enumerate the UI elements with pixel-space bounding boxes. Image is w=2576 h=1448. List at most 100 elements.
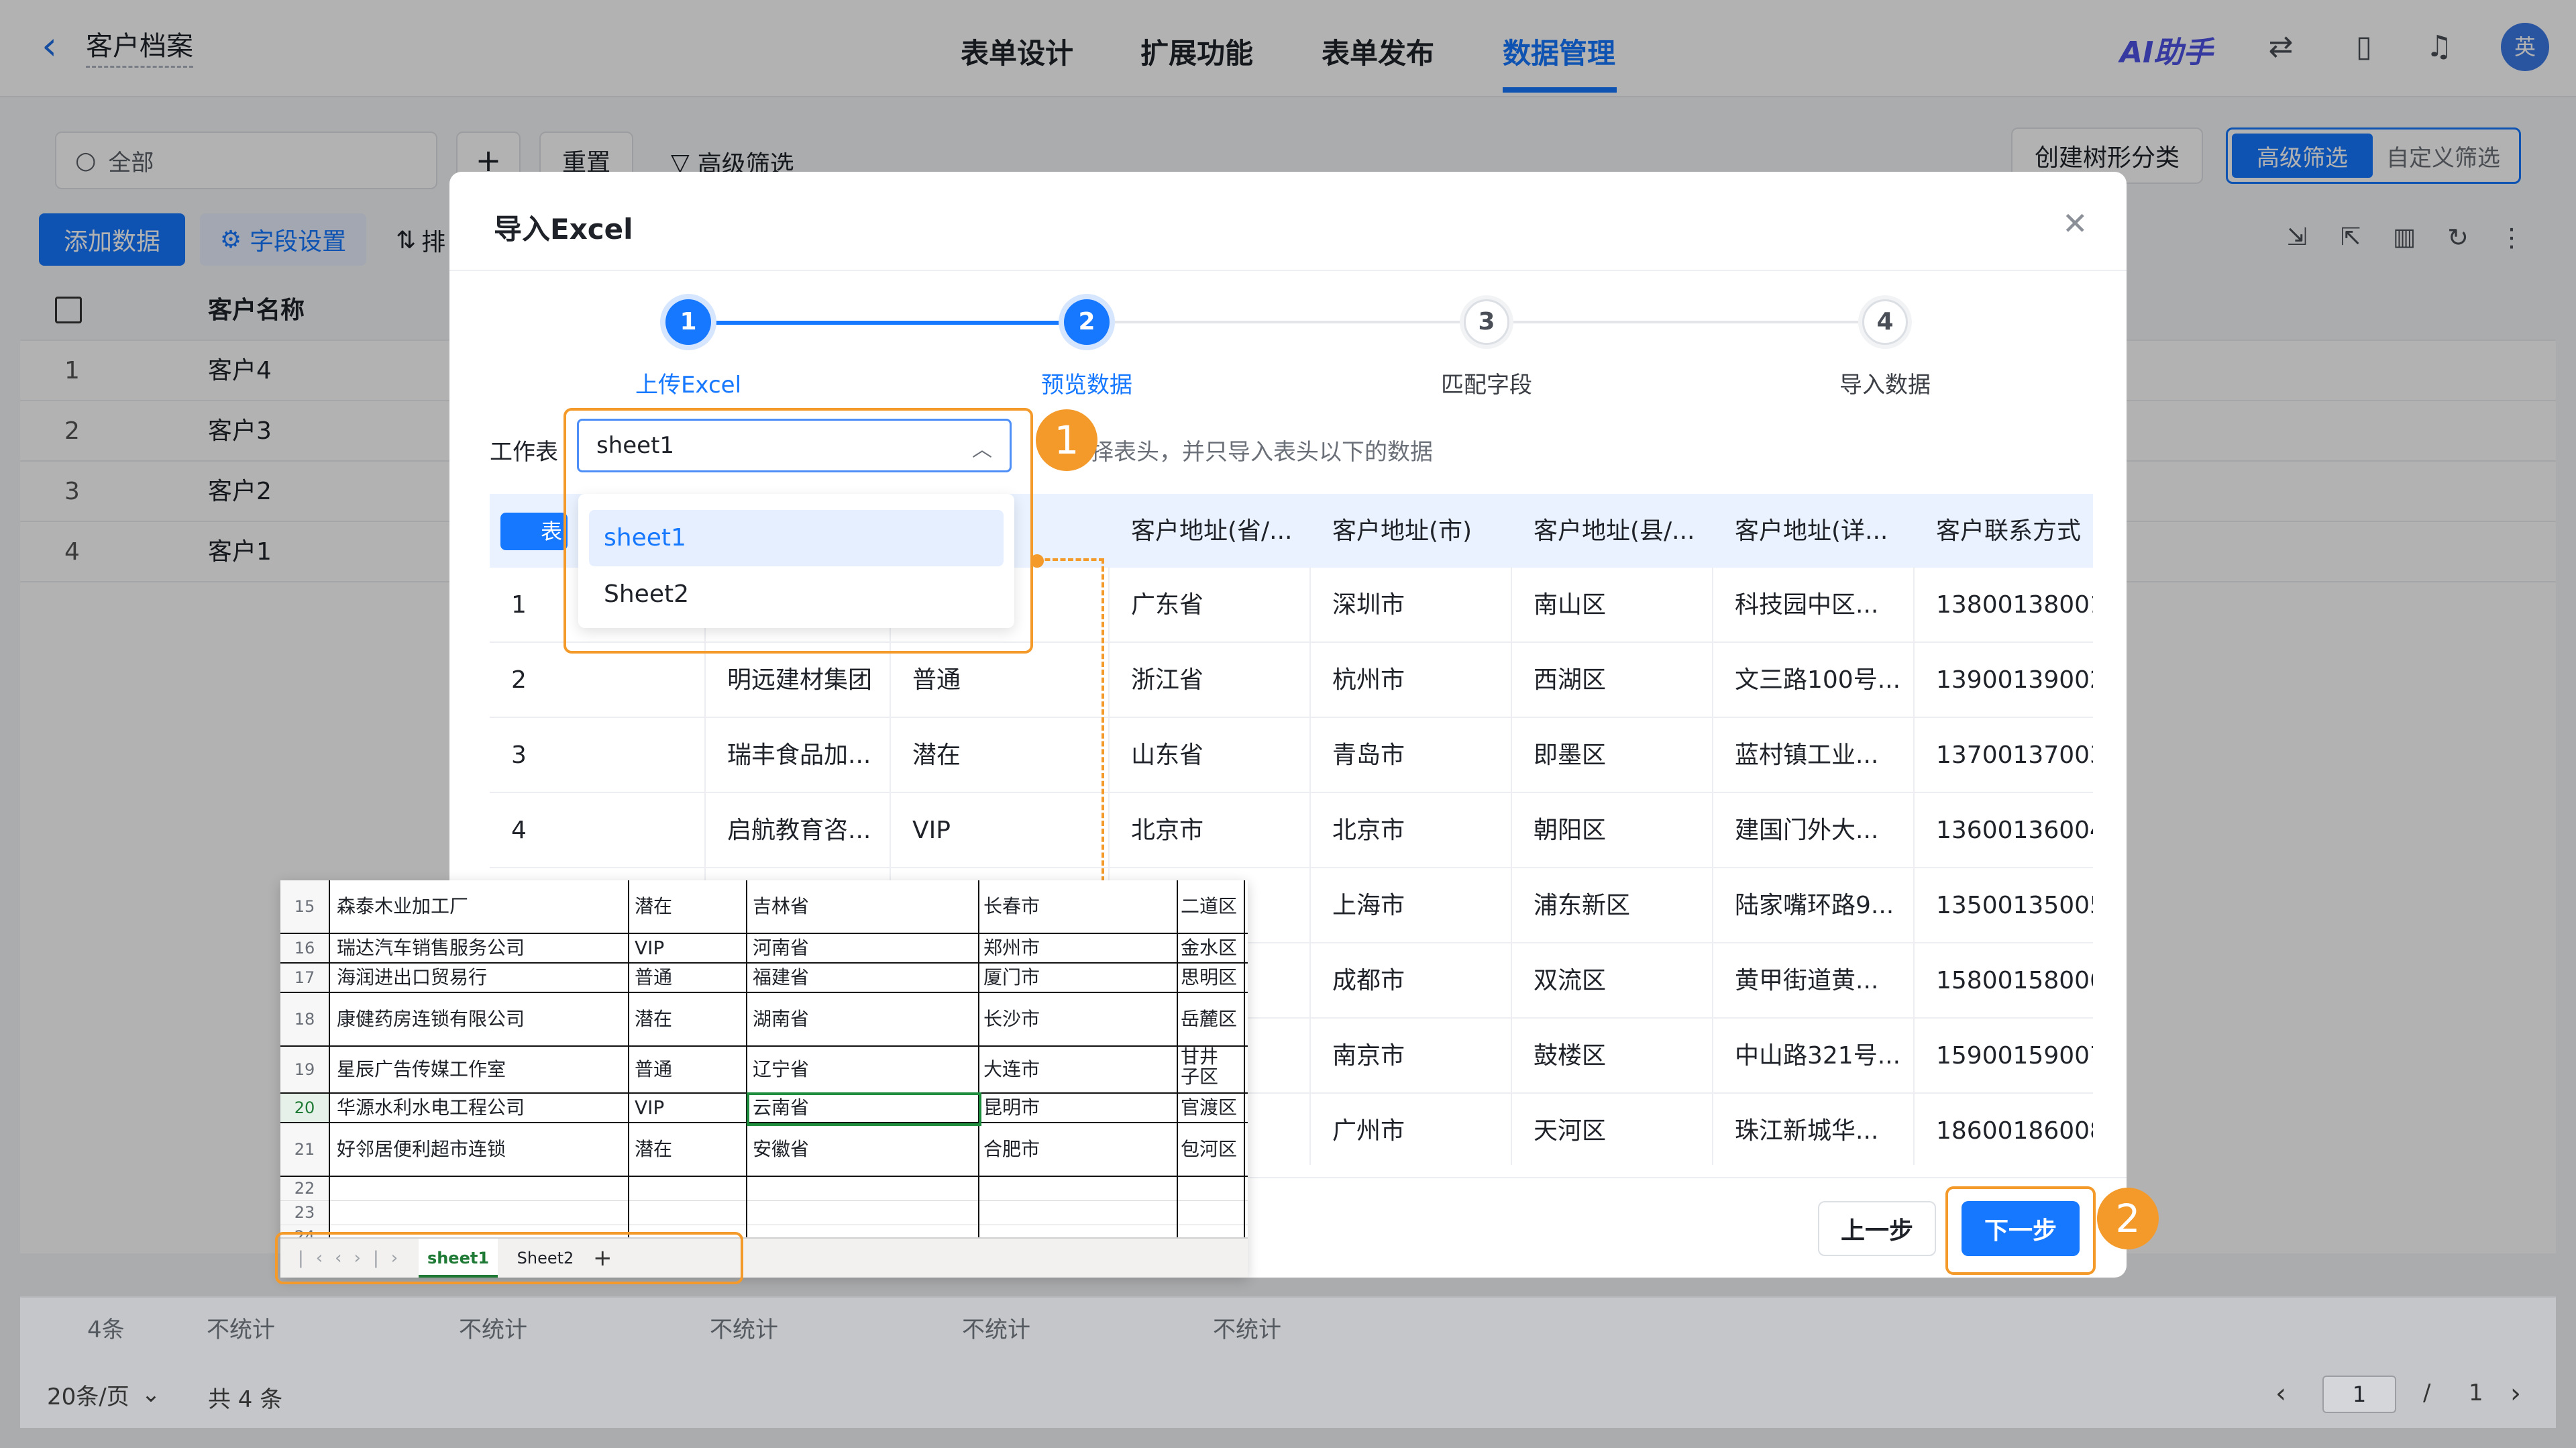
- page-size-select[interactable]: 20条/页 ⌄: [47, 1376, 160, 1413]
- excel-cell: [753, 1177, 981, 1200]
- preview-cell: 15800158006: [1936, 967, 2093, 994]
- excel-cell: 大连市: [983, 1058, 1040, 1080]
- excel-row: 21 好邻居便利超市连锁 潜在 安徽省 合肥市 包河区: [280, 1123, 1248, 1177]
- excel-cell: VIP: [635, 1096, 665, 1119]
- previous-step-button[interactable]: 上一步: [1818, 1201, 1936, 1256]
- preview-cell: 山东省: [1131, 741, 1204, 769]
- excel-cell: 潜在: [635, 1008, 673, 1030]
- excel-cell: [337, 1201, 632, 1224]
- preview-cell: 13500135005: [1936, 892, 2093, 919]
- preview-cell: 13600136004: [1936, 817, 2093, 844]
- step-2-label: 预览数据: [1041, 372, 1132, 399]
- header-city: 客户地址(市): [1332, 517, 1472, 545]
- page-number-input[interactable]: 1: [2322, 1376, 2396, 1413]
- excel-cell: 昆明市: [983, 1096, 1040, 1119]
- preview-cell: 蓝村镇工业...: [1735, 741, 1879, 769]
- excel-cell: 普通: [635, 1058, 673, 1080]
- preview-cell: 成都市: [1332, 967, 1405, 994]
- excel-cell: 吉林省: [753, 895, 810, 917]
- excel-preview-inset: 15 森泰木业加工厂 潜在 吉林省 长春市 二道区 16 瑞达汽车销售服务公司 VIP 河南省 郑州…: [280, 880, 1248, 1278]
- excel-column-line: [329, 880, 330, 1237]
- preview-cell: 中山路321号...: [1735, 1042, 1901, 1070]
- header-row-tag[interactable]: 表: [500, 513, 568, 550]
- excel-cell: VIP: [635, 937, 665, 959]
- preview-cell: 13700137003: [1936, 741, 2093, 769]
- close-icon[interactable]: ✕: [2062, 205, 2088, 242]
- pagination-bar: 20条/页 ⌄ 共 4 条 ‹ 1 / 1 ›: [20, 1361, 2556, 1428]
- next-page-icon[interactable]: ›: [2510, 1378, 2521, 1409]
- preview-cell: 科技园中区...: [1735, 591, 1879, 619]
- stat-cell[interactable]: 不统计: [207, 1298, 275, 1362]
- excel-cell: 瑞达汽车销售服务公司: [337, 937, 525, 959]
- excel-cell: 安徽省: [753, 1138, 810, 1160]
- excel-column-line: [978, 880, 979, 1237]
- customer-name-cell: 瑞丰食品加...: [727, 741, 871, 769]
- stat-cell[interactable]: 不统计: [710, 1298, 778, 1362]
- connector-line: [1102, 558, 1104, 882]
- preview-cell: 15900159007: [1936, 1042, 2093, 1070]
- excel-row-number: 20: [280, 1094, 329, 1122]
- excel-cell: 好邻居便利超市连锁: [337, 1138, 506, 1160]
- stat-cell[interactable]: 不统计: [459, 1298, 527, 1362]
- excel-cell: 星辰广告传媒工作室: [337, 1058, 506, 1080]
- preview-cell: 天河区: [1534, 1117, 1607, 1145]
- preview-cell: 陆家嘴环路9...: [1735, 892, 1894, 919]
- preview-cell: 13900139002: [1936, 666, 2093, 694]
- preview-table-row: 2 明远建材集团 普通 浙江省 杭州市 西湖区 文三路100号... 13900139002: [490, 643, 2093, 718]
- header-province: 客户地址(省/...: [1131, 517, 1293, 545]
- connector-line: [1037, 558, 1104, 561]
- connector-dot: [1030, 554, 1044, 568]
- step-2-circle: 2: [1064, 299, 1110, 345]
- worksheet-label: 工作表: [490, 439, 558, 466]
- excel-cell: 厦门市: [983, 966, 1040, 988]
- preview-cell: 浦东新区: [1534, 892, 1631, 919]
- excel-cell: [635, 1177, 749, 1200]
- steps-progress: [688, 321, 1087, 325]
- step-4-label: 导入数据: [1839, 372, 1931, 399]
- excel-cell: 甘井子区: [1181, 1047, 1219, 1088]
- preview-cell: 鼓楼区: [1534, 1042, 1607, 1070]
- excel-row-number: 19: [280, 1047, 329, 1092]
- stat-cell[interactable]: 不统计: [962, 1298, 1030, 1362]
- preview-table-row: 3 瑞丰食品加... 潜在 山东省 青岛市 即墨区 蓝村镇工业... 13700137003: [490, 718, 2093, 793]
- preview-cell: 浙江省: [1131, 666, 1204, 694]
- customer-level-cell: 潜在: [912, 741, 961, 769]
- excel-cell: 潜在: [635, 1138, 673, 1160]
- excel-cell: 长春市: [983, 895, 1040, 917]
- preview-cell: 上海市: [1332, 892, 1405, 919]
- excel-row-number: 16: [280, 934, 329, 962]
- excel-cell: 康健药房连锁有限公司: [337, 1008, 525, 1030]
- preview-cell: 13800138001: [1936, 591, 2093, 619]
- excel-row: 17 海润进出口贸易行 普通 福建省 厦门市 思明区: [280, 964, 1248, 993]
- excel-selected-cell: [747, 1092, 981, 1126]
- app-page: ‹ 客户档案 表单设计 扩展功能 表单发布 数据管理 AI助手 ⇄ ▯ ♫ 英 …: [0, 0, 2576, 1448]
- excel-row: 16 瑞达汽车销售服务公司 VIP 河南省 郑州市 金水区: [280, 934, 1248, 964]
- excel-cell: 长沙市: [983, 1008, 1040, 1030]
- dialog-title: 导入Excel: [494, 213, 633, 246]
- preview-cell: 青岛市: [1332, 741, 1405, 769]
- stat-cell[interactable]: 不统计: [1213, 1298, 1281, 1362]
- row-count: 4条: [87, 1316, 125, 1343]
- excel-cell: [337, 1177, 632, 1200]
- excel-cell: 海润进出口贸易行: [337, 966, 488, 988]
- annotation-badge-1: 1: [1036, 409, 1097, 471]
- excel-cell: 官渡区: [1181, 1096, 1238, 1119]
- divider: [449, 270, 2127, 271]
- excel-cell: [1181, 1177, 1245, 1200]
- chevron-down-icon: ⌄: [141, 1381, 161, 1408]
- excel-cell: 包河区: [1181, 1138, 1238, 1160]
- excel-cell: [1181, 1201, 1245, 1224]
- page-separator: /: [2423, 1380, 2431, 1406]
- row-number: 2: [511, 666, 527, 694]
- excel-column-line: [628, 880, 629, 1237]
- excel-cell: 湖南省: [753, 1008, 810, 1030]
- excel-cell: 潜在: [635, 895, 673, 917]
- prev-page-icon[interactable]: ‹: [2275, 1378, 2286, 1409]
- step-3-circle: 3: [1464, 299, 1509, 345]
- excel-cell: 思明区: [1181, 966, 1238, 988]
- preview-cell: 广州市: [1332, 1117, 1405, 1145]
- excel-column-line: [746, 880, 747, 1237]
- excel-cell: 辽宁省: [753, 1058, 810, 1080]
- preview-table-row: 4 启航教育咨... VIP 北京市 北京市 朝阳区 建国门外大... 13600136004: [490, 793, 2093, 868]
- preview-cell: 北京市: [1332, 817, 1405, 844]
